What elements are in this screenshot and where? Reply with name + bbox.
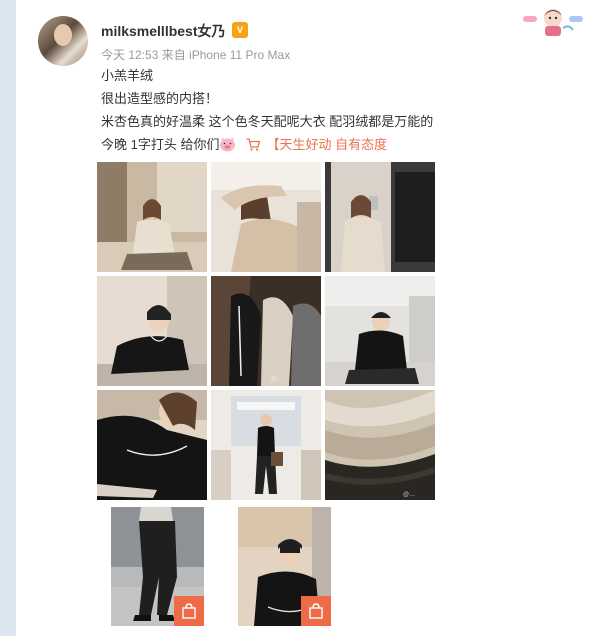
photo-thumbnail[interactable]: [97, 390, 207, 500]
photo-thumbnail[interactable]: @…: [325, 390, 435, 500]
post-text-line: 米杏色真的好温柔 这个色冬天配呢大衣 配羽绒都是万能的: [101, 114, 434, 129]
cart-icon[interactable]: [246, 138, 261, 151]
username[interactable]: milksmelllbest女乃: [101, 21, 226, 41]
photo-grid: @… @…: [97, 162, 436, 500]
photo-thumbnail[interactable]: [325, 162, 435, 272]
svg-text:@…: @…: [403, 492, 415, 498]
user-avatar[interactable]: [38, 16, 88, 66]
photo-thumbnail[interactable]: @…: [211, 276, 321, 386]
vip-badge-icon[interactable]: V: [232, 22, 248, 38]
svg-text:@…: @…: [271, 376, 283, 382]
shopping-bag-icon[interactable]: [301, 596, 331, 626]
post-meta: 今天 12:53 来自 iPhone 11 Pro Max: [101, 48, 291, 62]
post-text-line: 很出造型感的内搭！: [101, 91, 219, 106]
shopping-bag-icon[interactable]: [174, 596, 204, 626]
post-text-last-line: 今晚 1字打头 给你们 【天生好动 自有态度: [101, 133, 581, 156]
post-text-line: 小羔羊绒: [101, 68, 154, 83]
product-photo[interactable]: [238, 507, 331, 626]
photo-thumbnail[interactable]: [97, 162, 207, 272]
photo-thumbnail[interactable]: [97, 276, 207, 386]
cartoon-decoration-icon: [523, 9, 583, 36]
weibo-post-card: milksmelllbest女乃 V 今天 12:53 来自 iPhone 11…: [15, 0, 596, 636]
photo-thumbnail[interactable]: [325, 276, 435, 386]
post-text: 小羔羊绒 很出造型感的内搭！ 米杏色真的好温柔 这个色冬天配呢大衣 配羽绒都是万…: [101, 64, 581, 156]
shop-link[interactable]: 【天生好动 自有态度: [266, 137, 387, 152]
pig-face-icon: [220, 137, 236, 152]
post-text-segment: 今晚 1字打头 给你们: [101, 137, 220, 152]
photo-thumbnail[interactable]: [211, 390, 321, 500]
photo-thumbnail[interactable]: [211, 162, 321, 272]
product-photo[interactable]: [111, 507, 204, 626]
